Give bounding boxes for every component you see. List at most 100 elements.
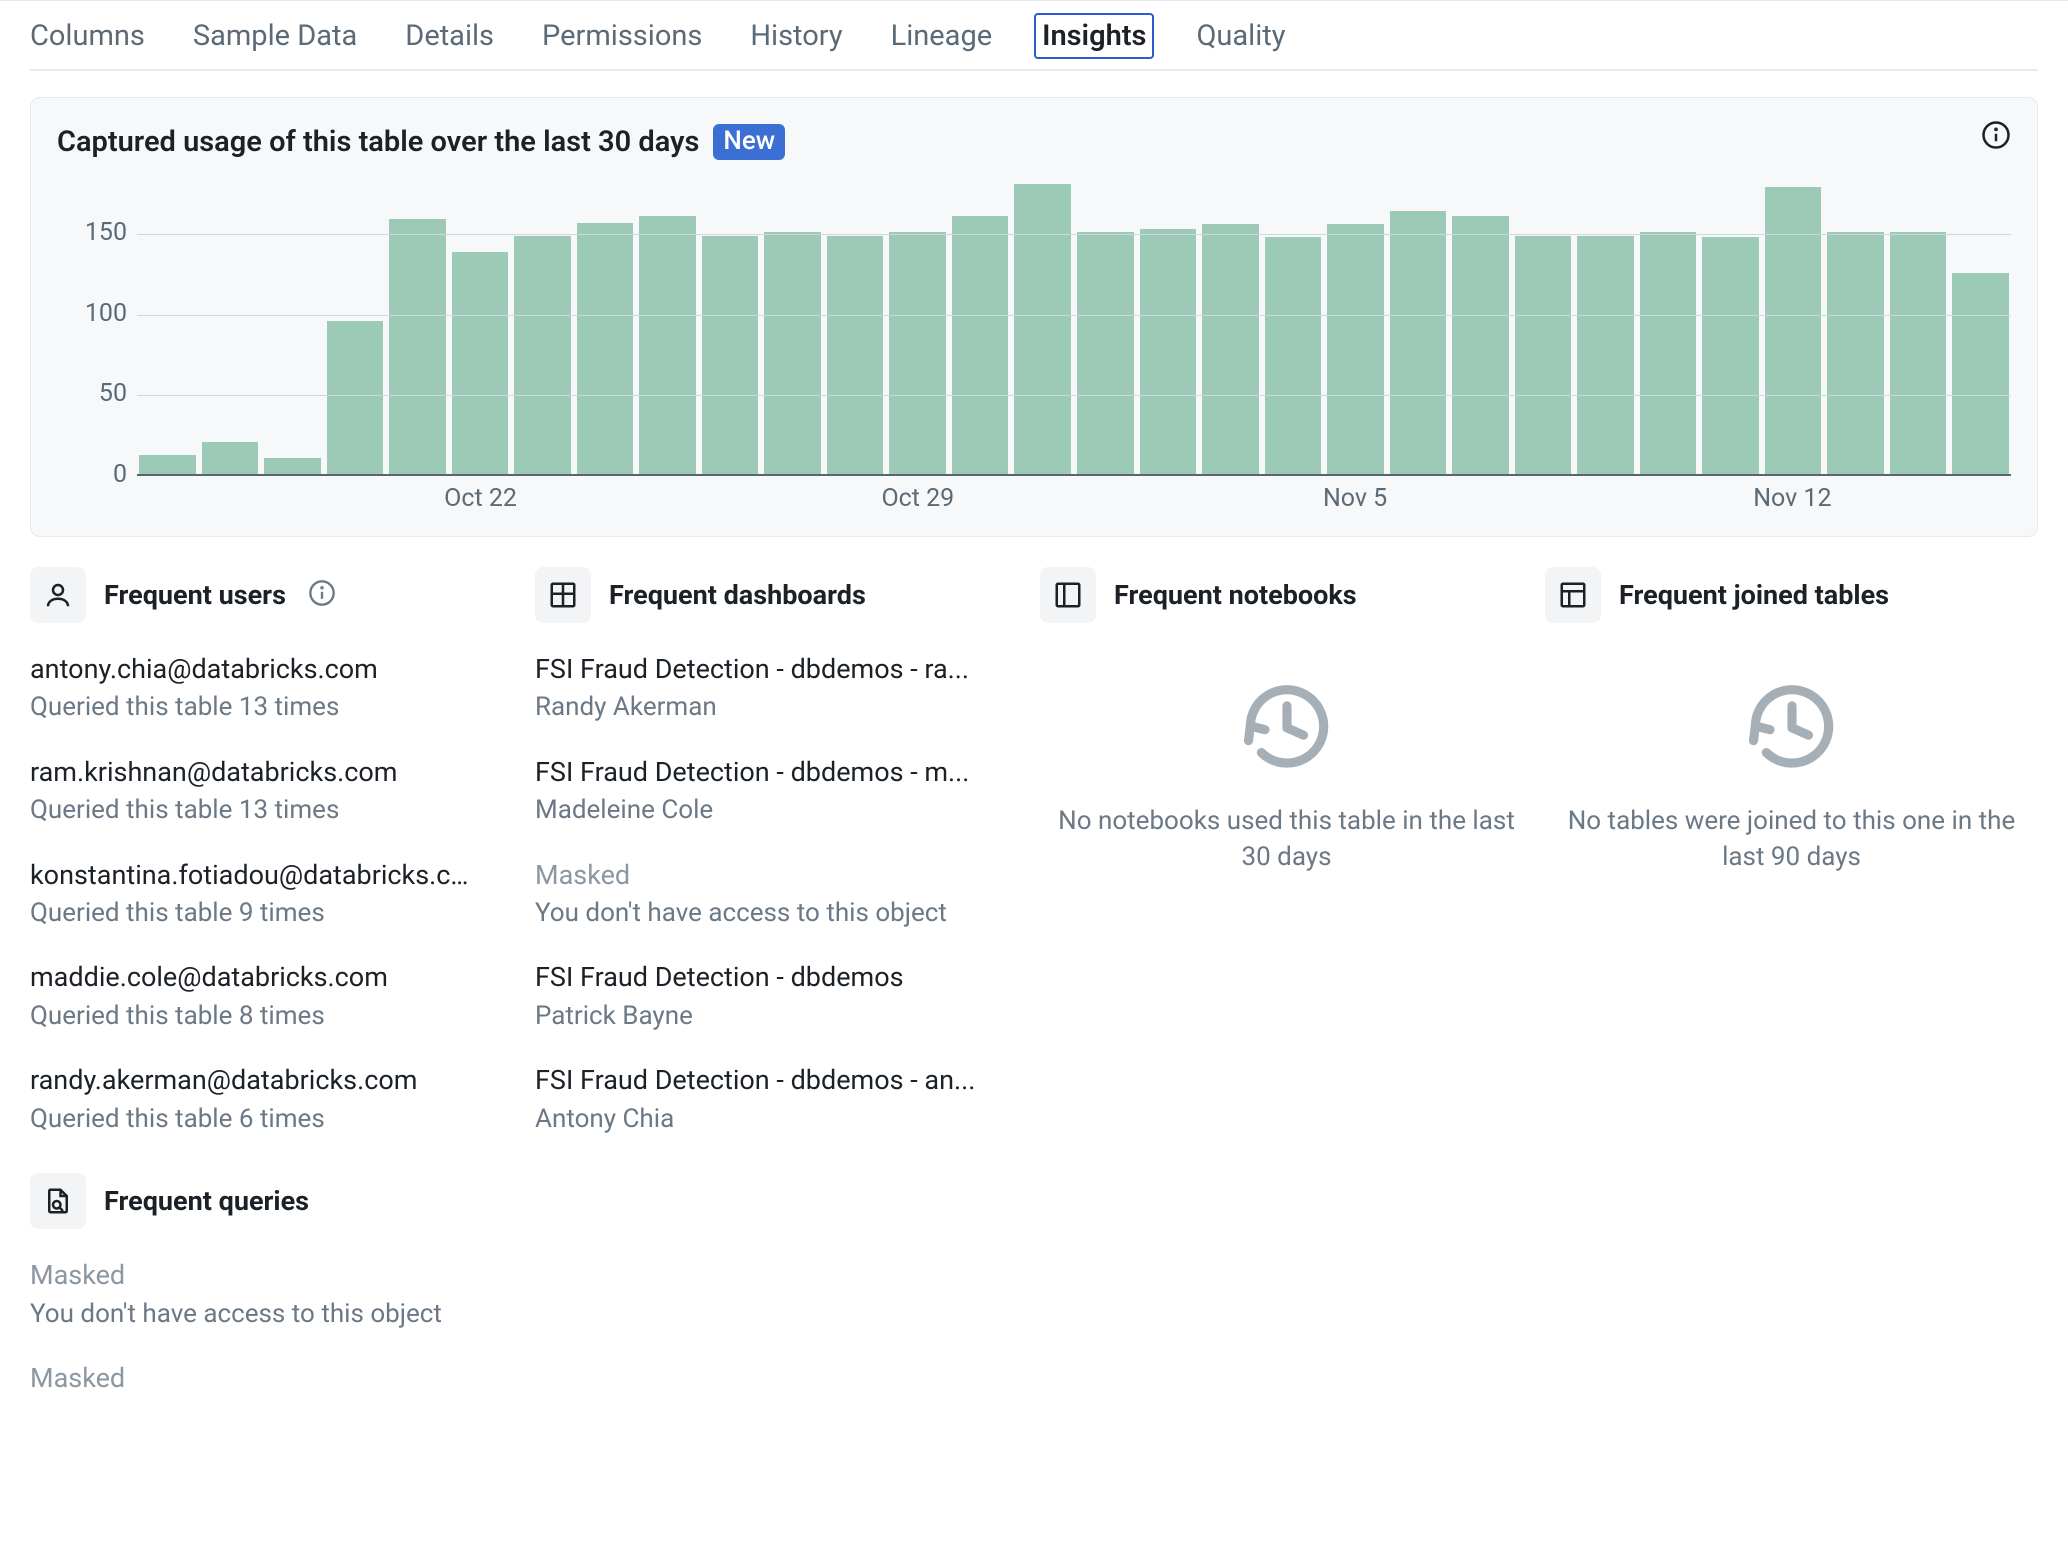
chart-xtick: Nov 5: [1323, 484, 1387, 513]
info-icon[interactable]: [308, 579, 336, 611]
chart-bar[interactable]: [452, 252, 509, 474]
tab-insights[interactable]: Insights: [1034, 13, 1154, 59]
query-icon: [30, 1173, 86, 1229]
info-icon[interactable]: [1981, 120, 2011, 150]
chart-bar[interactable]: [1890, 232, 1947, 474]
chart-bar[interactable]: [1390, 211, 1447, 474]
empty-state-text: No notebooks used this table in the last…: [1040, 803, 1533, 876]
chart-bar[interactable]: [639, 216, 696, 474]
chart-bar[interactable]: [702, 236, 759, 474]
chart-bar[interactable]: [1640, 232, 1697, 474]
list-item[interactable]: maddie.cole@databricks.comQueried this t…: [30, 959, 523, 1034]
history-empty-icon: [1040, 671, 1533, 785]
frequent-users-section: Frequent users antony.chia@databricks.co…: [30, 567, 523, 1165]
list-item[interactable]: FSI Fraud Detection - dbdemos - m...Made…: [535, 754, 1028, 829]
list-item-primary: Masked: [30, 1257, 480, 1293]
chart-title: Captured usage of this table over the la…: [57, 125, 699, 159]
tab-details[interactable]: Details: [405, 19, 494, 53]
chart-ytick: 150: [57, 218, 127, 247]
tab-quality[interactable]: Quality: [1196, 19, 1285, 53]
chart-bar[interactable]: [389, 219, 446, 474]
list-item-primary: FSI Fraud Detection - dbdemos - an...: [535, 1062, 985, 1098]
chart-bar[interactable]: [764, 232, 821, 474]
tab-history[interactable]: History: [750, 19, 842, 53]
chart-ytick: 50: [57, 379, 127, 408]
chart-bar[interactable]: [202, 442, 259, 474]
list-item-primary: Masked: [30, 1360, 480, 1396]
section-title: Frequent queries: [104, 1185, 309, 1217]
chart-xtick: Nov 12: [1753, 484, 1831, 513]
list-item[interactable]: FSI Fraud Detection - dbdemosPatrick Bay…: [535, 959, 1028, 1034]
chart-bar[interactable]: [1265, 237, 1322, 474]
chart-bar[interactable]: [1702, 237, 1759, 474]
list-item-primary: FSI Fraud Detection - dbdemos - m...: [535, 754, 985, 790]
new-badge: New: [713, 124, 785, 160]
chart-gridline: [137, 395, 2011, 396]
list-item[interactable]: Masked: [30, 1360, 2038, 1396]
chart-bar[interactable]: [1577, 236, 1634, 474]
list-item[interactable]: MaskedYou don't have access to this obje…: [535, 857, 1028, 932]
chart-bar[interactable]: [1452, 216, 1509, 474]
list-item-primary: ram.krishnan@databricks.com: [30, 754, 480, 790]
chart-bar[interactable]: [514, 236, 571, 474]
frequent-notebooks-section: Frequent notebooks No notebooks used thi…: [1040, 567, 1533, 1165]
chart-bar[interactable]: [1765, 187, 1822, 474]
list-item-secondary: Queried this table 6 times: [30, 1101, 523, 1137]
list-item-secondary: Randy Akerman: [535, 689, 1028, 725]
list-item-primary: konstantina.fotiadou@databricks.com: [30, 857, 480, 893]
chart-bar[interactable]: [264, 458, 321, 474]
table-icon: [1545, 567, 1601, 623]
chart-xtick: Oct 22: [444, 484, 517, 513]
history-empty-icon: [1545, 671, 2038, 785]
list-item-primary: FSI Fraud Detection - dbdemos - ra...: [535, 651, 985, 687]
chart-bar[interactable]: [327, 321, 384, 474]
tab-lineage[interactable]: Lineage: [891, 19, 993, 53]
tab-permissions[interactable]: Permissions: [542, 19, 702, 53]
list-item[interactable]: randy.akerman@databricks.comQueried this…: [30, 1062, 523, 1137]
chart-bar[interactable]: [1202, 224, 1259, 474]
list-item[interactable]: antony.chia@databricks.comQueried this t…: [30, 651, 523, 726]
chart-bar[interactable]: [1952, 273, 2009, 474]
chart-bar[interactable]: [1140, 229, 1197, 474]
dashboard-icon: [535, 567, 591, 623]
tab-sample-data[interactable]: Sample Data: [193, 19, 357, 53]
chart-bar[interactable]: [827, 236, 884, 474]
list-item-secondary: Queried this table 13 times: [30, 792, 523, 828]
chart-xtick: Oct 29: [881, 484, 954, 513]
tab-columns[interactable]: Columns: [30, 19, 145, 53]
list-item[interactable]: ram.krishnan@databricks.comQueried this …: [30, 754, 523, 829]
section-title: Frequent notebooks: [1114, 579, 1357, 611]
section-title: Frequent users: [104, 579, 286, 611]
list-item-primary: FSI Fraud Detection - dbdemos: [535, 959, 985, 995]
chart-bar[interactable]: [889, 232, 946, 474]
section-title: Frequent dashboards: [609, 579, 866, 611]
list-item[interactable]: FSI Fraud Detection - dbdemos - ra...Ran…: [535, 651, 1028, 726]
list-item-primary: antony.chia@databricks.com: [30, 651, 480, 687]
chart-bar[interactable]: [1827, 232, 1884, 474]
chart-bar[interactable]: [1327, 224, 1384, 474]
section-title: Frequent joined tables: [1619, 579, 1889, 611]
list-item[interactable]: FSI Fraud Detection - dbdemos - an...Ant…: [535, 1062, 1028, 1137]
list-item-primary: Masked: [535, 857, 985, 893]
usage-chart-card: Captured usage of this table over the la…: [30, 97, 2038, 537]
chart-bar[interactable]: [952, 216, 1009, 474]
list-item-secondary: Patrick Bayne: [535, 998, 1028, 1034]
chart-bar[interactable]: [577, 223, 634, 474]
list-item[interactable]: MaskedYou don't have access to this obje…: [30, 1257, 2038, 1332]
list-item-secondary: Queried this table 9 times: [30, 895, 523, 931]
chart-ytick: 100: [57, 299, 127, 328]
tabs-bar: Columns Sample Data Details Permissions Hist…: [30, 1, 2038, 71]
list-item-secondary: Madeleine Cole: [535, 792, 1028, 828]
list-item-primary: randy.akerman@databricks.com: [30, 1062, 480, 1098]
empty-state-text: No tables were joined to this one in the…: [1545, 803, 2038, 876]
usage-bar-chart: 050100150 Oct 22Oct 29Nov 5Nov 12: [57, 186, 2011, 518]
list-item[interactable]: konstantina.fotiadou@databricks.comQueri…: [30, 857, 523, 932]
chart-bar[interactable]: [139, 455, 196, 474]
frequent-queries-section: Frequent queries MaskedYou don't have ac…: [30, 1173, 2038, 1396]
list-item-secondary: Queried this table 8 times: [30, 998, 523, 1034]
frequent-dashboards-section: Frequent dashboards FSI Fraud Detection …: [535, 567, 1028, 1165]
list-item-secondary: You don't have access to this object: [535, 895, 1028, 931]
chart-bar[interactable]: [1077, 232, 1134, 474]
chart-bar[interactable]: [1515, 236, 1572, 474]
chart-bar[interactable]: [1014, 184, 1071, 474]
